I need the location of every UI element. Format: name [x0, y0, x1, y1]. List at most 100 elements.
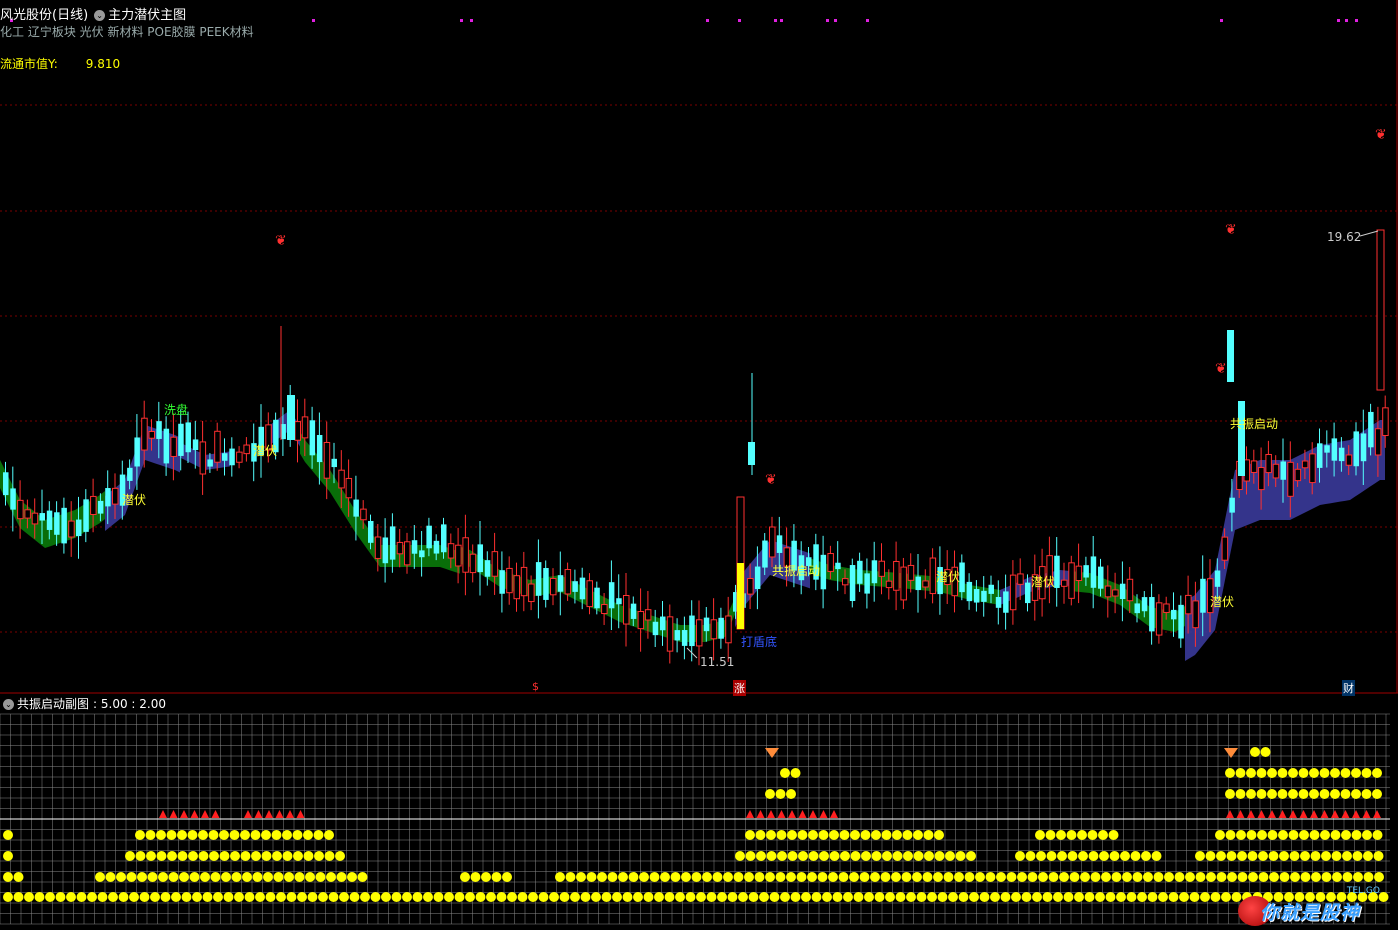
candle-body	[1353, 431, 1359, 467]
candle-body	[477, 544, 483, 573]
candle-body	[842, 578, 849, 586]
oscillator-dot	[1237, 851, 1247, 861]
oscillator-dot	[335, 851, 345, 861]
oscillator-dot	[706, 892, 717, 902]
event-marker-zhang[interactable]: 涨	[733, 680, 746, 696]
oscillator-dot	[1267, 830, 1278, 840]
candle-body	[973, 589, 980, 603]
oscillator-dot	[1340, 768, 1351, 778]
oscillator-dot	[1143, 872, 1153, 882]
oscillator-dot	[336, 872, 347, 882]
oscillator-dot	[1185, 872, 1195, 882]
candle-body	[396, 541, 404, 555]
oscillator-dot	[313, 830, 324, 840]
oscillator-dot	[271, 830, 282, 840]
oscillator-dot	[1288, 789, 1298, 799]
oscillator-dot	[885, 892, 895, 902]
oscillator-dot	[1109, 851, 1120, 861]
oscillator-dot	[850, 830, 860, 840]
oscillator-dot	[776, 830, 787, 840]
oscillator-dot	[1216, 872, 1227, 882]
candle-body	[68, 520, 75, 538]
oscillator-triangle	[1236, 810, 1245, 818]
sub-indicator-name[interactable]: 共振启动副图	[17, 697, 89, 711]
oscillator-dot	[996, 872, 1006, 882]
candle-body	[1090, 556, 1097, 588]
oscillator-dot	[1246, 768, 1256, 778]
oscillator-dot	[766, 830, 776, 840]
oscillator-dot	[1246, 789, 1256, 799]
oscillator-triangle	[1226, 810, 1234, 818]
candle-body	[345, 477, 353, 499]
oscillator-dot	[1298, 768, 1309, 778]
oscillator-dot	[460, 872, 470, 882]
candle-body	[1229, 497, 1235, 513]
oscillator-dot	[1038, 872, 1048, 882]
oscillator-dot	[208, 830, 219, 840]
oscillator-dot	[958, 892, 969, 902]
candle-body	[835, 562, 841, 570]
candle-body	[520, 566, 528, 597]
oscillator-dot	[219, 851, 230, 861]
candle-body	[637, 610, 645, 630]
candle-body	[857, 560, 863, 584]
oscillator-dot	[1331, 851, 1342, 861]
oscillator-dot	[1105, 892, 1116, 902]
candle-body	[323, 441, 331, 479]
oscillator-dot	[150, 892, 160, 902]
oscillator-dot	[156, 830, 166, 840]
oscillator-dot	[1015, 851, 1025, 861]
oscillator-dot	[871, 830, 881, 840]
candle-body	[97, 500, 104, 514]
oscillator-dot	[849, 872, 859, 882]
oscillator-dot	[822, 892, 832, 902]
sub-indicator-dropdown-icon[interactable]: ⌄	[3, 699, 14, 710]
oscillator-dot	[1130, 851, 1141, 861]
oscillator-dot	[1053, 892, 1063, 902]
oscillator-dot	[916, 892, 927, 902]
oscillator-dot	[240, 830, 250, 840]
oscillator-dot	[775, 872, 786, 882]
candle-body	[725, 615, 732, 644]
oscillator-dot	[612, 892, 622, 902]
oscillator-dot	[381, 892, 391, 902]
oscillator-dot	[118, 892, 129, 902]
oscillator-dot	[864, 892, 874, 902]
oscillator-dot	[1069, 872, 1080, 882]
event-marker-s[interactable]: $	[532, 680, 539, 693]
oscillator-dot	[251, 851, 261, 861]
candle-body	[1185, 594, 1192, 615]
oscillator-dot	[1027, 872, 1038, 882]
event-marker-cai[interactable]: 财	[1342, 680, 1355, 696]
oscillator-dot	[1011, 892, 1021, 902]
oscillator-dot	[1225, 768, 1235, 778]
oscillator-dot	[1032, 892, 1042, 902]
oscillator-dot	[1221, 892, 1231, 902]
oscillator-dot	[1363, 872, 1374, 882]
candle-body	[543, 568, 549, 600]
candle-body	[1258, 467, 1265, 491]
oscillator-dot	[786, 789, 796, 799]
oscillator-dot	[829, 851, 840, 861]
oscillator-dot	[135, 851, 146, 861]
oscillator-dot	[964, 872, 975, 882]
oscillator-dot	[1299, 830, 1309, 840]
candle-body	[31, 512, 39, 525]
candle-body	[644, 609, 652, 621]
oscillator-dot	[622, 892, 633, 902]
oscillator-dot	[829, 830, 839, 840]
signal-dot	[866, 19, 869, 22]
indicator-dropdown-icon[interactable]: ⌄	[94, 10, 106, 21]
candle-body	[54, 512, 60, 535]
oscillator-dot	[145, 830, 156, 840]
candle-body	[24, 509, 31, 519]
oscillator-dot	[1258, 872, 1269, 882]
oscillator-dot	[1361, 789, 1372, 799]
oscillator-dot	[1342, 851, 1352, 861]
stock-name[interactable]: 风光股份(日线)	[0, 8, 88, 23]
candle-body	[360, 508, 367, 521]
oscillator-dot	[318, 892, 328, 902]
oscillator-triangle	[756, 810, 765, 818]
indicator-name[interactable]: 主力潜伏主图	[108, 8, 186, 23]
oscillator-dot	[475, 892, 486, 902]
